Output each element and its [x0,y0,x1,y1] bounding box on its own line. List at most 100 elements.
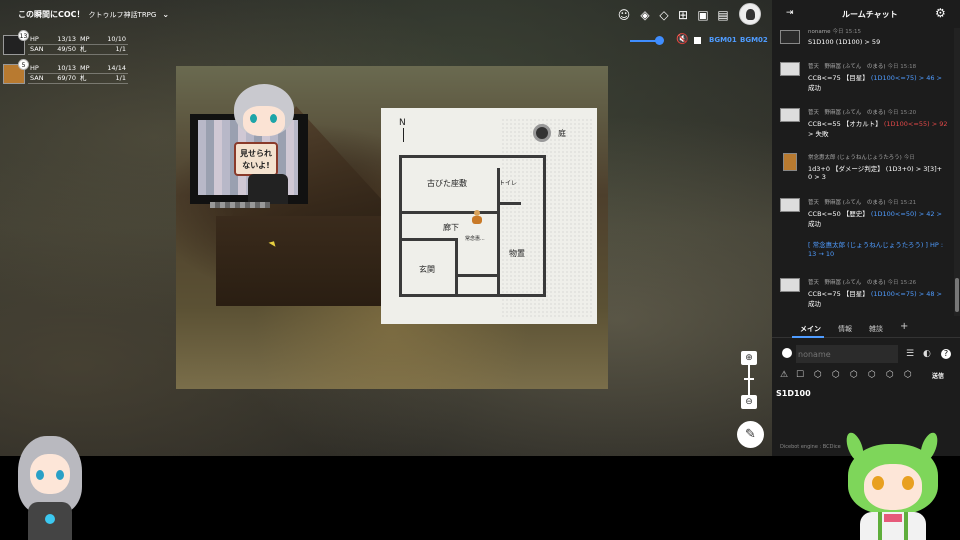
zoom-slider-track[interactable] [748,365,750,397]
character-name-input[interactable] [796,345,898,363]
san-label: SAN [30,74,44,82]
bgm02-button[interactable]: BGM02 [740,36,768,44]
token-label: 常念惠... [465,236,485,242]
chip-sign-line2: ないよ! [242,161,270,170]
message-meta: 菅天 野麻冨 (ふてん のまる) 今日 15:21 [808,198,948,206]
d20-icon[interactable]: ⬡ [904,370,912,380]
d6-icon[interactable]: ⬡ [832,370,840,380]
layers-icon[interactable]: ◈ [638,8,652,22]
gear-icon[interactable]: ⚙ [935,6,946,20]
message-line: 成功 [808,218,950,228]
character-stats: HP 13/13 MP 10/10 SAN 49/50 札 1/1 [28,35,128,55]
send-button[interactable]: 送信 [932,371,944,380]
wall [497,234,500,294]
list-icon[interactable]: ☰ [906,349,914,359]
hp-value: 13/13 [57,35,76,43]
character-chip[interactable]: 見せられ ないよ! [190,84,308,212]
system-message-text: [ 常念惠太郎 (じょうねんじょうたろう) ] HP : 13 → 10 [808,241,944,258]
room-title[interactable]: この瞬間にCOC！ クトゥルフ神話TRPG ⌄ [18,9,169,20]
zoom-out-icon[interactable]: ⊖ [741,395,757,409]
top-bar: この瞬間にCOC！ クトゥルフ神話TRPG ⌄ ☺ ◈ ◇ ⊞ ▣ ▤ [0,0,772,30]
character-token[interactable] [472,210,482,224]
character-card[interactable]: 5 HP 10/13 MP 14/14 SAN 69/70 札 1/1 [3,59,128,84]
message-text: CCB<=55 【オカルト】 [808,120,884,128]
d4-icon[interactable]: ⬡ [814,370,822,380]
sender-name: noname [808,29,831,35]
message-meta: noname 今日 15:15 [808,28,948,35]
zoom-in-icon[interactable]: ⊕ [741,351,757,365]
movie-icon[interactable]: ▤ [716,8,730,22]
message-text: 成功 [808,300,821,308]
mute-icon[interactable]: 🔇 [676,34,688,45]
warning-icon[interactable]: ⚠ [780,370,788,380]
message-line: 成功 [808,298,950,308]
help-icon[interactable]: ? [941,349,951,359]
mp-value: 14/14 [107,64,126,72]
message-line: CCB<=55 【オカルト】 (1D100<=55) > 92 [808,118,950,128]
d12-icon[interactable]: ⬡ [886,370,894,380]
character-card[interactable]: 13 HP 13/13 MP 10/10 SAN 49/50 札 1/1 [3,30,128,55]
volume-slider-knob[interactable] [654,36,664,45]
message-meta: 常念惠太郎 (じょうねんじょうたろう) 今日 [808,153,948,161]
sender-name: 菅天 野麻冨 (ふてん のまる) [808,110,886,116]
chat-input[interactable]: S1D100 [776,389,811,398]
sender-name: 菅天 野麻冨 (ふてん のまる) [808,280,886,286]
message-avatar [780,62,800,76]
chip-eye [250,114,257,123]
extra-label: 札 [80,74,87,82]
chevron-down-icon[interactable]: ⌄ [162,10,169,19]
character-stats: HP 10/13 MP 14/14 SAN 69/70 札 1/1 [28,64,128,84]
user-avatar[interactable] [739,3,761,25]
scrollbar-thumb[interactable] [955,278,959,312]
message-avatar [783,153,797,171]
garden-stone [533,124,551,142]
message-line: S1D100 (1D100) > 59 [808,38,950,46]
tab-chatter[interactable]: 雑談 [869,324,883,334]
chip-caption-mosaic [210,202,270,208]
bottom-bar [0,456,772,540]
san-value: 49/50 [57,45,76,53]
zoom-slider-knob[interactable] [744,378,754,380]
san-label: SAN [30,45,44,53]
extra-value: 1/1 [115,45,126,53]
palette-icon[interactable]: ◐ [923,349,931,359]
message-text: (1D100<=75) > 46 > [870,74,942,82]
d8-icon[interactable]: ⬡ [850,370,858,380]
message-text: 成功 [808,220,821,228]
room-subtitle: クトゥルフ神話TRPG [88,11,157,19]
tab-main[interactable]: メイン [800,324,821,334]
mp-label: MP [80,35,90,43]
add-tab-button[interactable]: + [900,321,908,332]
floor-plan[interactable]: N 庭 古びた座敷 トイレ 廊下 玄関 物置 常念惠... [381,108,597,324]
bgm01-button[interactable]: BGM01 [709,36,737,44]
stop-icon[interactable] [694,37,701,44]
sender-name: 菅天 野麻冨 (ふてん のまる) [808,64,886,70]
message-text: > 失敗 [808,130,829,138]
d10-icon[interactable]: ⬡ [868,370,876,380]
screen-icon[interactable]: ▣ [696,8,710,22]
message-meta: 菅天 野麻冨 (ふてん のまる) 今日 15:26 [808,278,948,286]
chip-character-body [248,174,288,204]
house-wall [216,216,386,306]
message-meta: 菅天 野麻冨 (ふてん のまる) 今日 15:20 [808,108,948,116]
checkbox-icon[interactable]: ☐ [796,370,804,380]
collapse-panel-icon[interactable]: ⇥ [786,8,794,18]
message-text: (1D100<=55) > 92 [883,120,948,128]
message-text: S1D100 (1D100) > 59 [808,38,881,46]
chat-header: ⇥ ルームチャット ⚙ [772,0,960,28]
vtuber-avatar-right [838,430,948,540]
stack-icon[interactable]: ◇ [657,8,671,22]
room-label-storage: 物置 [509,249,525,258]
wall [455,238,458,294]
wall [399,211,497,214]
face-icon[interactable]: ☺ [617,8,631,22]
tab-info[interactable]: 情報 [838,324,852,334]
room-label-main: 古びた座敷 [427,179,467,188]
add-card-icon[interactable]: ⊞ [676,8,690,22]
chat-scrollbar[interactable] [954,28,960,316]
pencil-icon[interactable]: ✎ [737,421,764,448]
speaker-face-icon[interactable] [782,348,792,358]
hp-label: HP [30,35,39,43]
chat-log[interactable]: noname 今日 15:15 S1D100 (1D100) > 59 菅天 野麻… [772,28,954,316]
sender-name: 常念惠太郎 (じょうねんじょうたろう) [808,155,902,161]
